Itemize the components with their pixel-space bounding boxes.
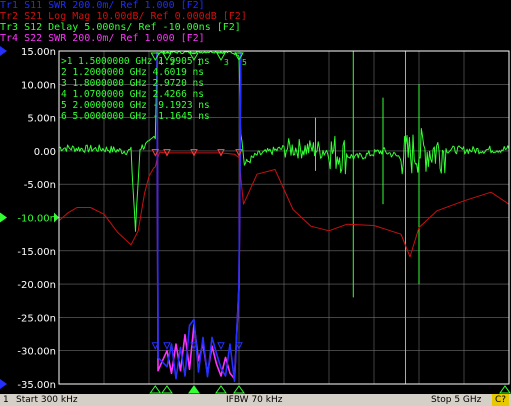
y-tick-label: -25.00n <box>17 313 56 324</box>
trace-header-tr3[interactable]: Tr3 S12 Delay 5.000ns/ Ref -10.00ns [F2] <box>0 22 241 33</box>
status-bar: 1 Start 300 kHz IFBW 70 kHz Stop 5 GHz C… <box>0 394 511 406</box>
y-tick-label: -5.00n <box>24 180 56 191</box>
marker-table-row: 5 2.0000000 GHz -9.1923 ns <box>61 100 210 111</box>
marker-number: 3 <box>224 58 229 67</box>
channel-number[interactable]: 1 <box>3 394 9 406</box>
trace-header-tr4[interactable]: Tr4 S22 SWR 200.0m/ Ref 1.000 [F2] <box>0 33 205 44</box>
marker-table-row: >1 1.5000000 GHz 1.9905 ns <box>61 56 210 67</box>
marker-table-row: 2 1.2000000 GHz 4.6019 ns <box>61 67 204 78</box>
analyzer-screen: 15.00n 10.00n 5.00n 0.00 -5.00n -10.00n -15.00… <box>0 0 511 394</box>
y-tick-label: 5.00n <box>27 114 56 125</box>
marker-table-row: 6 5.0000000 GHz -1.1645 ns <box>61 111 210 122</box>
y-tick-label: 15.00n <box>21 47 56 58</box>
y-tick-label: -10.00n <box>17 214 56 225</box>
y-tick-label: -15.00n <box>17 247 56 258</box>
trace-header-tr2[interactable]: Tr2 S21 Log Mag 10.00dB/ Ref 0.000dB [F2… <box>0 11 247 22</box>
y-tick-label: -35.00n <box>17 380 56 391</box>
y-tick-label: -20.00n <box>17 280 56 291</box>
y-tick-label: 10.00n <box>21 80 56 91</box>
marker-table-row: 3 1.8000000 GHz 2.9720 ns <box>61 78 204 89</box>
ifbw-setting[interactable]: IFBW 70 kHz <box>226 394 282 406</box>
y-tick-label: -30.00n <box>17 347 56 358</box>
trace-header-tr1[interactable]: Tr1 S11 SWR 200.0m/ Ref 1.000 [F2] <box>0 0 205 11</box>
calibration-status[interactable]: C? <box>492 394 510 406</box>
marker-table-row: 4 1.0700000 GHz 2.4266 ns <box>61 89 204 100</box>
marker-number: 5 <box>242 58 247 67</box>
start-frequency[interactable]: Start 300 kHz <box>16 394 78 406</box>
y-tick-label: 0.00 <box>34 147 56 158</box>
marker-table: >1 1.5000000 GHz 1.9905 ns 2 1.2000000 G… <box>61 56 210 122</box>
stop-frequency[interactable]: Stop 5 GHz <box>431 394 481 406</box>
